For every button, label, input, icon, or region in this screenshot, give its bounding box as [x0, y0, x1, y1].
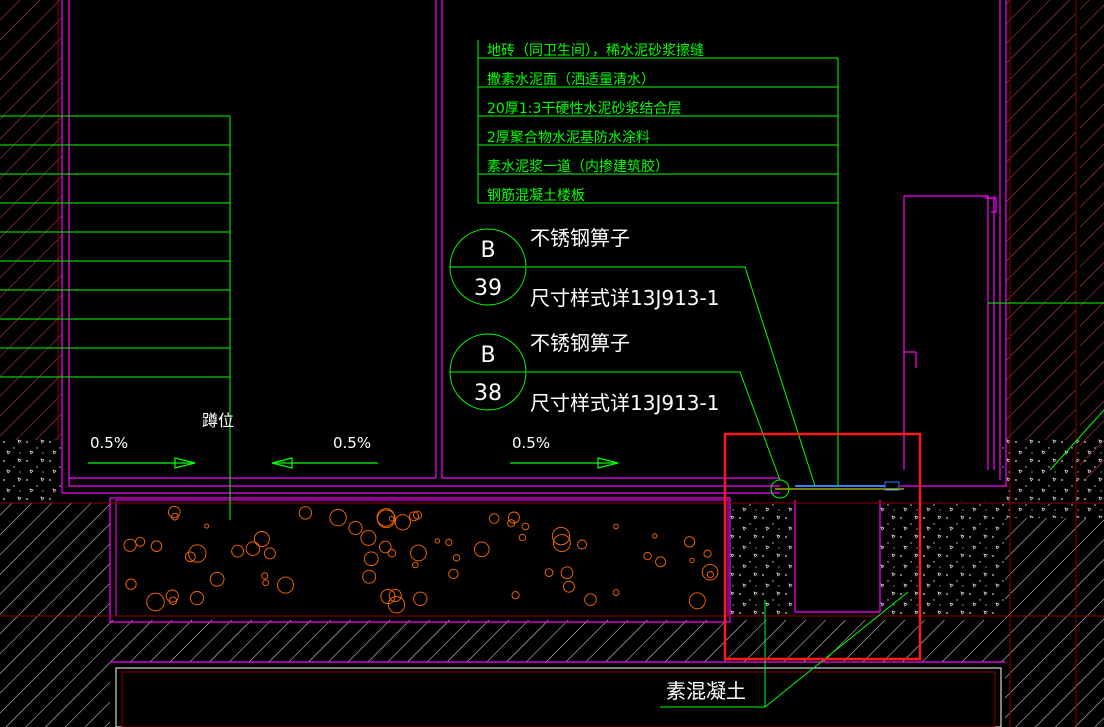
layer-note-1: 地砖（同卫生间），稀水泥砂浆擦缝 — [487, 42, 704, 59]
lower-room-outline — [115, 667, 1002, 727]
squat-label: 蹲位 — [202, 411, 234, 430]
callout-1-letter: B — [480, 238, 495, 263]
callout-2-bottom-text: 尺寸样式详13J913-1 — [530, 391, 719, 415]
lower-right-hatch — [1005, 518, 1104, 727]
layer-note-4: 2厚聚合物水泥基防水涂料 — [487, 129, 650, 146]
gutter-right-dots — [880, 500, 1005, 616]
callout-2-number: 38 — [474, 381, 502, 406]
lower-slab-hatch — [110, 620, 1005, 662]
lower-room-inner — [121, 671, 996, 727]
gutter-left-dots — [728, 500, 795, 616]
callout-2-letter: B — [480, 343, 495, 368]
layer-note-3: 20厚1:3干硬性水泥砂浆结合层 — [487, 101, 681, 117]
aggregate-fill — [115, 499, 729, 617]
slope-arrows — [88, 457, 619, 469]
layer-note-5: 素水泥浆一道（内掺建筑胶） — [487, 158, 669, 175]
concrete-label: 素混凝土 — [666, 679, 746, 703]
callout-1-number: 39 — [474, 276, 502, 301]
layer-notes: 地砖（同卫生间），稀水泥砂浆擦缝 撒素水泥面（洒适量清水） 20厚1:3干硬性水… — [487, 42, 704, 204]
layer-note-2: 撒素水泥面（洒适量清水） — [487, 72, 655, 88]
slope-label-2: 0.5% — [333, 434, 371, 452]
slab-right-dots — [1000, 438, 1104, 518]
layer-note-6: 钢筋混凝土楼板 — [487, 187, 585, 204]
floor-drain-section-drawing: 地砖（同卫生间），稀水泥砂浆擦缝 撒素水泥面（洒适量清水） 20厚1:3干硬性水… — [0, 0, 1104, 727]
slope-label-3: 0.5% — [512, 434, 550, 452]
lower-left-hatch — [0, 503, 110, 727]
callout-2-top-text: 不锈钢箅子 — [530, 331, 630, 355]
left-wall-hatch — [0, 0, 62, 440]
right-wall-hatch — [1006, 0, 1076, 440]
callout-1-bottom-text: 尺寸样式详13J913-1 — [530, 286, 719, 310]
far-right-wall-hatch — [1080, 0, 1104, 480]
slope-label-1: 0.5% — [90, 434, 128, 452]
callout-1-top-text: 不锈钢箅子 — [530, 226, 630, 250]
slab-left-dots — [0, 438, 62, 503]
